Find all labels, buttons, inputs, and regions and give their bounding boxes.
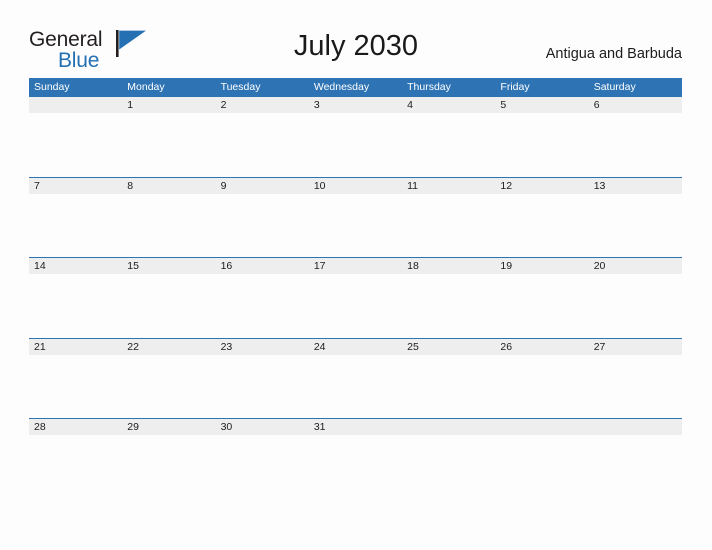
weekday-header-wednesday: Wednesday — [313, 81, 370, 93]
day-number: 2 — [220, 99, 227, 111]
day-band — [122, 96, 216, 113]
day-number: 5 — [500, 99, 507, 111]
day-cell[interactable]: 31 — [308, 418, 403, 499]
day-cell[interactable]: 14 — [29, 257, 123, 338]
day-band — [215, 176, 309, 194]
weekday-header-thursday: Thursday — [407, 81, 451, 93]
day-band — [495, 96, 589, 113]
day-band — [308, 96, 403, 113]
day-number: 19 — [500, 260, 513, 272]
day-cell[interactable]: 2 — [215, 96, 309, 177]
day-cell[interactable]: 16 — [215, 257, 309, 338]
day-cell[interactable] — [402, 418, 496, 499]
day-band — [402, 96, 496, 113]
day-number: 31 — [313, 421, 326, 433]
day-number: 18 — [407, 260, 419, 272]
day-band — [122, 176, 216, 194]
day-cell[interactable]: 18 — [402, 257, 496, 338]
weekday-header-friday: Friday — [500, 81, 530, 93]
calendar-week-row: 14 15 16 17 18 19 20 — [29, 257, 682, 338]
day-band — [215, 96, 309, 113]
day-number: 10 — [313, 179, 326, 192]
day-cell[interactable]: 11 — [402, 176, 496, 258]
day-cell[interactable]: 20 — [588, 257, 682, 338]
day-cell[interactable]: 9 — [215, 176, 309, 258]
day-number: 22 — [127, 340, 139, 353]
day-cell[interactable]: 1 — [122, 96, 216, 177]
day-band — [588, 96, 682, 113]
day-number: 6 — [593, 99, 600, 111]
day-cell[interactable]: 13 — [588, 176, 682, 258]
day-cell[interactable]: 26 — [495, 337, 589, 419]
day-cell[interactable]: 4 — [402, 96, 496, 177]
day-cell[interactable]: 27 — [588, 337, 682, 419]
day-cell[interactable]: 17 — [308, 257, 403, 338]
day-cell[interactable]: 15 — [122, 257, 216, 338]
day-cell[interactable]: 8 — [122, 176, 216, 258]
day-cell[interactable]: 25 — [402, 337, 496, 419]
day-cell[interactable]: 22 — [122, 337, 216, 419]
day-cell[interactable]: 28 — [29, 418, 123, 499]
day-number: 8 — [127, 179, 134, 192]
day-cell[interactable]: 7 — [29, 176, 123, 258]
day-cell[interactable]: 23 — [215, 337, 309, 419]
day-number: 24 — [313, 340, 326, 353]
day-cell[interactable]: 10 — [308, 176, 403, 258]
day-cell[interactable]: 21 — [29, 337, 123, 419]
weekday-header-monday: Monday — [127, 81, 165, 93]
calendar-grid: Sunday Monday Tuesday Wednesday Thursday… — [29, 78, 682, 499]
day-number: 9 — [220, 179, 227, 192]
day-number: 7 — [34, 179, 40, 192]
day-number: 30 — [220, 421, 233, 433]
day-number: 15 — [127, 260, 139, 272]
weekday-header-tuesday: Tuesday — [220, 81, 261, 93]
weekday-header-saturday: Saturday — [593, 81, 636, 93]
day-band — [29, 96, 123, 113]
day-band — [29, 176, 123, 194]
day-cell[interactable]: 3 — [308, 96, 403, 177]
day-number: 23 — [220, 340, 233, 353]
day-number: 26 — [500, 340, 513, 353]
day-cell[interactable]: 30 — [215, 418, 309, 499]
day-number: 13 — [593, 179, 606, 192]
weekday-header-sunday: Sunday — [34, 81, 70, 93]
day-number: 1 — [127, 99, 134, 111]
day-cell[interactable]: 12 — [495, 176, 589, 258]
day-band — [402, 418, 496, 435]
calendar-week-row: 1 2 3 4 5 6 — [29, 96, 682, 177]
day-cell[interactable]: 19 — [495, 257, 589, 338]
day-number: 27 — [593, 340, 606, 353]
day-band — [588, 418, 682, 435]
day-band — [495, 418, 589, 435]
day-number: 25 — [407, 340, 419, 353]
page-header: General Blue July 2030 Antigua and Barbu… — [0, 0, 712, 76]
day-number: 16 — [220, 260, 233, 272]
day-number: 28 — [34, 421, 46, 433]
day-number: 11 — [407, 179, 419, 192]
day-cell[interactable]: 24 — [308, 337, 403, 419]
calendar-week-row: 7 8 9 10 11 12 13 — [29, 176, 682, 258]
calendar-week-row: 21 22 23 24 25 26 27 — [29, 337, 682, 419]
locale-label: Antigua and Barbuda — [545, 46, 682, 62]
day-number: 17 — [313, 260, 326, 272]
day-number: 21 — [34, 340, 46, 353]
day-cell[interactable] — [588, 418, 682, 499]
day-number: 12 — [500, 179, 513, 192]
day-cell[interactable]: 5 — [495, 96, 589, 177]
day-cell[interactable] — [495, 418, 589, 499]
day-cell[interactable]: 29 — [122, 418, 216, 499]
calendar-week-row: 28 29 30 31 — [29, 418, 682, 499]
day-number: 20 — [593, 260, 606, 272]
day-number: 3 — [313, 99, 320, 111]
day-number: 4 — [407, 99, 413, 111]
day-number: 29 — [127, 421, 139, 433]
weekday-header-row: Sunday Monday Tuesday Wednesday Thursday… — [29, 78, 682, 96]
day-cell[interactable] — [29, 96, 123, 177]
day-number: 14 — [34, 260, 46, 272]
day-cell[interactable]: 6 — [588, 96, 682, 177]
